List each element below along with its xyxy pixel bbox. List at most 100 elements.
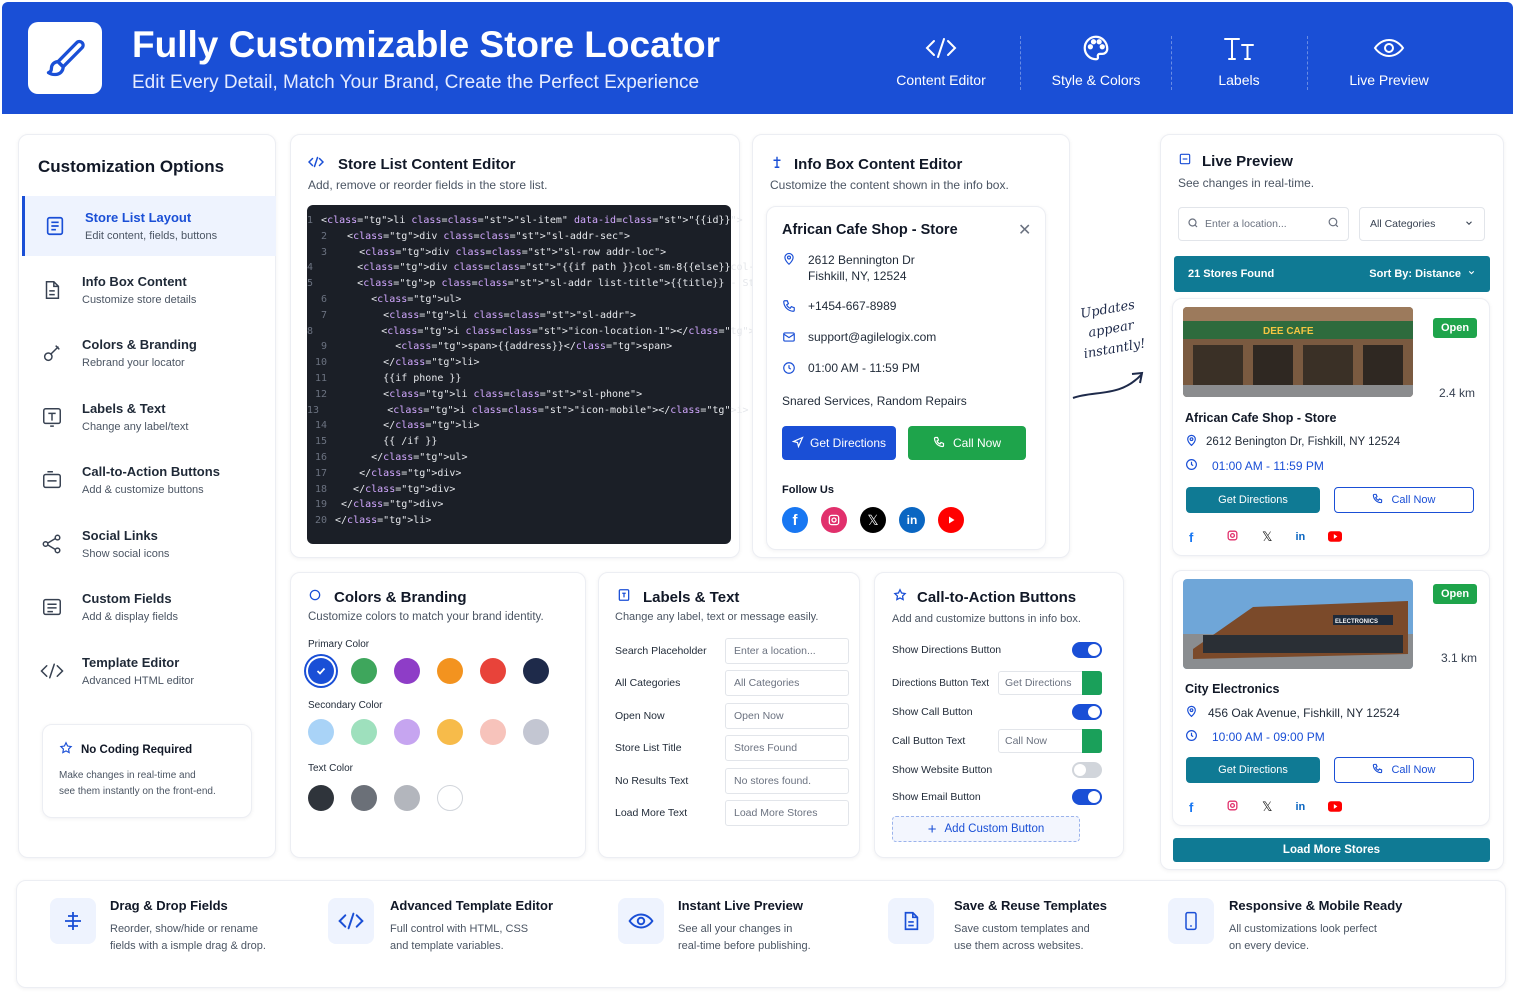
sidebar-item-info-box-content[interactable]: Info Box Content Customize store details <box>22 260 276 320</box>
code-text: <class="tg">li class=class="st">"sl-addr… <box>335 309 637 321</box>
button-label: Add Custom Button <box>944 823 1045 835</box>
chevron-down-icon <box>1464 218 1474 231</box>
note-title: No Coding Required <box>81 743 193 756</box>
label-input[interactable]: No stores found. <box>725 767 849 794</box>
category-select[interactable]: All Categories <box>1359 207 1485 241</box>
location-pin-icon <box>782 252 808 266</box>
call-now-button[interactable]: Call Now <box>1334 757 1474 783</box>
button-label: Call Now <box>1391 494 1436 506</box>
code-text: </class="tg">div> <box>335 499 444 511</box>
text-color-swatch[interactable] <box>308 785 334 811</box>
label-input[interactable]: All Categories <box>725 670 849 697</box>
sidebar-item-cta-buttons[interactable]: Call-to-Action Buttons Add & customize bu… <box>22 450 276 510</box>
linkedin-icon[interactable]: in <box>1295 801 1305 813</box>
secondary-color-swatch[interactable] <box>308 719 334 745</box>
code-line: 8 <class="tg">i class=class="st">"icon-l… <box>307 326 767 342</box>
sidebar-item-labels-text[interactable]: Labels & Text Change any label/text <box>22 387 276 447</box>
secondary-color-swatch[interactable] <box>351 719 377 745</box>
line-number: 12 <box>314 388 327 400</box>
close-icon[interactable]: ✕ <box>1018 220 1031 240</box>
sidebar-item-custom-fields[interactable]: Custom Fields Add & display fields <box>22 577 276 637</box>
color-picker[interactable] <box>1082 671 1102 695</box>
line-number: 4 <box>307 262 314 274</box>
linkedin-icon[interactable]: in <box>899 507 925 533</box>
code-line: 11 {{if phone }} <box>307 373 731 389</box>
facebook-icon[interactable]: f <box>782 507 808 533</box>
tab-live-preview[interactable]: Live Preview <box>1314 30 1464 94</box>
text-color-swatch[interactable] <box>394 785 420 811</box>
instagram-icon[interactable] <box>821 507 847 533</box>
instagram-icon[interactable] <box>1226 799 1239 815</box>
youtube-icon[interactable] <box>1328 530 1343 545</box>
label-input[interactable]: Stores Found <box>725 735 849 762</box>
secondary-color-swatch[interactable] <box>480 719 506 745</box>
get-directions-button[interactable]: Get Directions <box>1186 487 1320 513</box>
tab-style-colors[interactable]: Style & Colors <box>1021 30 1171 94</box>
primary-color-swatch[interactable] <box>394 658 420 684</box>
x-twitter-icon[interactable]: 𝕏 <box>1262 529 1272 545</box>
follow-us-label: Follow Us <box>782 484 834 496</box>
text-color-swatch[interactable] <box>351 785 377 811</box>
button-label: Get Directions <box>809 436 887 450</box>
store-hours-row: 01:00 AM - 11:59 PM <box>1185 458 1324 474</box>
sidebar-item-colors-branding[interactable]: Colors & Branding Rebrand your locator <box>22 323 276 383</box>
sidebar-item-desc: Add & customize buttons <box>82 484 204 496</box>
sidebar-item-social-links[interactable]: Social Links Show social icons <box>22 514 276 574</box>
secondary-color-swatch[interactable] <box>437 719 463 745</box>
sort-label: Sort By: Distance <box>1369 268 1461 280</box>
label-input[interactable]: Enter a location... <box>725 638 849 664</box>
facebook-icon[interactable]: f <box>1189 530 1203 545</box>
call-now-button[interactable]: Call Now <box>1334 487 1474 513</box>
button-icon <box>22 469 82 491</box>
code-line: 13 <class="tg">i class=class="st">"icon-… <box>307 405 809 421</box>
text-color-swatch[interactable] <box>437 785 463 811</box>
primary-color-swatch[interactable] <box>523 658 549 684</box>
search-icon[interactable] <box>1327 216 1340 232</box>
sidebar-item-label: Colors & Branding <box>82 337 197 352</box>
panel-title: Labels & Text <box>643 589 740 606</box>
primary-color-swatch[interactable] <box>437 658 463 684</box>
tab-labels[interactable]: Labels <box>1164 30 1314 94</box>
get-directions-button[interactable]: Get Directions <box>1186 757 1320 783</box>
call-text-input[interactable]: Call Now <box>998 729 1102 753</box>
add-custom-button[interactable]: + Add Custom Button <box>892 816 1080 842</box>
directions-text-input[interactable]: Get Directions <box>998 671 1102 695</box>
sidebar-item-template-editor[interactable]: Template Editor Advanced HTML editor <box>22 641 276 701</box>
sidebar-item-store-list-layout[interactable]: Store List Layout Edit content, fields, b… <box>22 196 276 256</box>
show-directions-toggle[interactable] <box>1072 642 1102 658</box>
code-text: <class="tg">span>{{address}}</class="tg"… <box>335 341 673 353</box>
linkedin-icon[interactable]: in <box>1295 531 1305 543</box>
youtube-icon[interactable] <box>938 507 964 533</box>
distance-text: 2.4 km <box>1439 386 1476 400</box>
panel-title: Customization Options <box>38 157 225 176</box>
secondary-color-swatch[interactable] <box>394 719 420 745</box>
show-email-toggle[interactable] <box>1072 789 1102 805</box>
load-more-button[interactable]: Load More Stores <box>1173 838 1490 862</box>
facebook-icon[interactable]: f <box>1189 800 1203 815</box>
primary-color-swatch[interactable] <box>351 658 377 684</box>
x-twitter-icon[interactable]: 𝕏 <box>860 507 886 533</box>
show-website-toggle[interactable] <box>1072 762 1102 778</box>
color-picker[interactable] <box>1082 729 1102 753</box>
location-search-input[interactable]: Enter a location... <box>1178 207 1349 241</box>
primary-color-swatch[interactable] <box>308 658 334 684</box>
secondary-color-swatch[interactable] <box>523 719 549 745</box>
x-twitter-icon[interactable]: 𝕏 <box>1262 799 1272 815</box>
primary-color-swatch[interactable] <box>480 658 506 684</box>
code-line: 5 <class="tg">p class=class="st">"sl-add… <box>307 278 863 294</box>
label-name: All Categories <box>615 677 681 690</box>
youtube-icon[interactable] <box>1328 800 1343 815</box>
tab-content-editor[interactable]: Content Editor <box>866 30 1016 94</box>
feature-title: Instant Live Preview <box>678 898 803 913</box>
call-now-button[interactable]: Call Now <box>908 426 1026 460</box>
code-editor[interactable]: 1 <class="tg">li class=class="st">"sl-ite… <box>307 205 863 544</box>
label-input[interactable]: Open Now <box>725 702 849 729</box>
get-directions-button[interactable]: Get Directions <box>782 426 896 460</box>
instagram-icon[interactable] <box>1226 529 1239 545</box>
address-line: 2612 Bennington Dr <box>808 253 915 267</box>
sort-dropdown[interactable]: Sort By: Distance <box>1369 268 1476 280</box>
label-input[interactable]: Load More Stores <box>725 800 849 826</box>
address-line: Fishkill, NY, 12524 <box>808 269 907 283</box>
show-call-toggle[interactable] <box>1072 704 1102 720</box>
store-address-row: 456 Oak Avenue, Fishkill, NY 12524 <box>1185 705 1400 721</box>
